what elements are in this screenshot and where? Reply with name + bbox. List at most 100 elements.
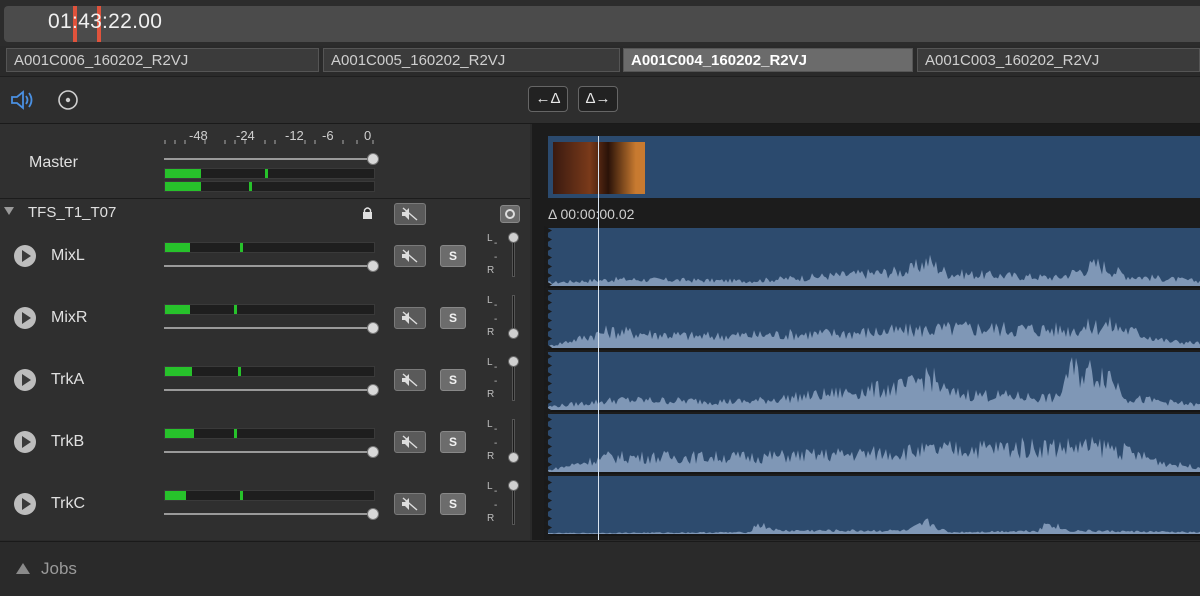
audio-lane[interactable] bbox=[548, 414, 1200, 474]
track-meter bbox=[164, 304, 375, 315]
track-meter bbox=[164, 366, 375, 377]
scale-label: -12 bbox=[285, 128, 304, 143]
pan-tick: - bbox=[494, 376, 498, 387]
expand-triangle-icon[interactable] bbox=[16, 563, 30, 574]
track-play-button[interactable] bbox=[14, 431, 36, 453]
audio-lane[interactable] bbox=[548, 476, 1200, 536]
track-fader-knob[interactable] bbox=[367, 508, 379, 520]
track-meter bbox=[164, 242, 375, 253]
track-fader-track[interactable] bbox=[164, 389, 374, 391]
audio-lane[interactable] bbox=[548, 228, 1200, 288]
scale-label: -48 bbox=[189, 128, 208, 143]
track-solo-button[interactable]: S bbox=[440, 431, 466, 453]
track-fader-knob[interactable] bbox=[367, 446, 379, 458]
speaker-muted-icon bbox=[402, 497, 418, 511]
timecode-field[interactable] bbox=[4, 6, 1200, 42]
track-fader-track[interactable] bbox=[164, 327, 374, 329]
pan-tick: - bbox=[494, 238, 499, 249]
pan-right-label: R bbox=[487, 327, 495, 338]
pan-tick: - bbox=[494, 362, 499, 373]
scale-label: -6 bbox=[322, 128, 334, 143]
master-fader-knob[interactable] bbox=[367, 153, 379, 165]
track-play-button[interactable] bbox=[14, 369, 36, 391]
group-settings-button[interactable] bbox=[500, 205, 520, 223]
pan-left-label: L bbox=[487, 419, 493, 430]
pan-slider-knob[interactable] bbox=[508, 232, 519, 243]
pan-left-label: L bbox=[487, 481, 493, 492]
pan-slider-knob[interactable] bbox=[508, 480, 519, 491]
pan-left-label: L bbox=[487, 295, 493, 306]
pan-left-label: L bbox=[487, 357, 493, 368]
track-fader-knob[interactable] bbox=[367, 322, 379, 334]
group-mute-button[interactable] bbox=[394, 203, 426, 225]
master-meter-r bbox=[164, 181, 375, 192]
speaker-muted-icon bbox=[402, 435, 418, 449]
speaker-muted-icon bbox=[402, 207, 418, 221]
speaker-icon[interactable] bbox=[10, 90, 36, 110]
pan-tick: - bbox=[494, 486, 499, 497]
scale-label: 0 bbox=[364, 128, 372, 143]
track-fader-knob[interactable] bbox=[367, 260, 379, 272]
master-fader-track[interactable] bbox=[164, 158, 374, 160]
speaker-muted-icon bbox=[402, 373, 418, 387]
track-meter bbox=[164, 428, 375, 439]
track-solo-button[interactable]: S bbox=[440, 369, 466, 391]
timecode-display: 01:43:22.00 bbox=[48, 10, 163, 33]
circle-target-icon[interactable] bbox=[57, 89, 79, 111]
track-fader-track[interactable] bbox=[164, 451, 374, 453]
pan-right-label: R bbox=[487, 265, 495, 276]
track-play-button[interactable] bbox=[14, 493, 36, 515]
prev-delta-button[interactable]: ←Δ bbox=[528, 86, 568, 112]
track-solo-button[interactable]: S bbox=[440, 493, 466, 515]
track-mute-button[interactable] bbox=[394, 307, 426, 329]
pan-tick: - bbox=[494, 252, 498, 263]
waveform bbox=[548, 316, 1200, 348]
playhead[interactable] bbox=[598, 136, 599, 540]
video-lane[interactable] bbox=[548, 136, 1200, 198]
track-name: MixL bbox=[51, 247, 85, 264]
pan-tick: - bbox=[494, 300, 499, 311]
clip-tab[interactable]: A001C006_160202_R2VJ bbox=[6, 48, 319, 72]
lane-edge-markers bbox=[544, 226, 552, 540]
jobs-bar[interactable] bbox=[0, 541, 1200, 596]
track-meter bbox=[164, 490, 375, 501]
delta-readout: Δ 00:00:00.02 bbox=[548, 206, 635, 222]
clip-tab[interactable]: A001C004_160202_R2VJ bbox=[623, 48, 913, 72]
pan-slider-knob[interactable] bbox=[508, 452, 519, 463]
track-solo-button[interactable]: S bbox=[440, 245, 466, 267]
pan-slider-knob[interactable] bbox=[508, 328, 519, 339]
jobs-label: Jobs bbox=[41, 559, 77, 578]
next-delta-button[interactable]: Δ→ bbox=[578, 86, 618, 112]
pan-right-label: R bbox=[487, 389, 495, 400]
collapse-triangle-icon[interactable] bbox=[4, 207, 14, 215]
pan-right-label: R bbox=[487, 451, 495, 462]
track-play-button[interactable] bbox=[14, 307, 36, 329]
track-fader-track[interactable] bbox=[164, 513, 374, 515]
clip-tab[interactable]: A001C005_160202_R2VJ bbox=[323, 48, 620, 72]
waveform bbox=[548, 254, 1200, 286]
waveform bbox=[548, 436, 1200, 472]
pan-tick: - bbox=[494, 438, 498, 449]
pan-tick: - bbox=[494, 424, 499, 435]
waveform bbox=[548, 357, 1200, 410]
gear-icon bbox=[505, 209, 515, 219]
group-label: TFS_T1_T07 bbox=[28, 204, 117, 221]
lock-icon[interactable] bbox=[362, 206, 373, 220]
track-name: TrkC bbox=[51, 495, 86, 512]
audio-lane[interactable] bbox=[548, 352, 1200, 412]
track-mute-button[interactable] bbox=[394, 369, 426, 391]
track-fader-track[interactable] bbox=[164, 265, 374, 267]
track-mute-button[interactable] bbox=[394, 245, 426, 267]
pan-tick: - bbox=[494, 314, 498, 325]
master-meter-l bbox=[164, 168, 375, 179]
track-mute-button[interactable] bbox=[394, 431, 426, 453]
track-name: TrkA bbox=[51, 371, 85, 388]
track-fader-knob[interactable] bbox=[367, 384, 379, 396]
pan-left-label: L bbox=[487, 233, 493, 244]
audio-lane[interactable] bbox=[548, 290, 1200, 350]
track-play-button[interactable] bbox=[14, 245, 36, 267]
clip-tab[interactable]: A001C003_160202_R2VJ bbox=[917, 48, 1200, 72]
pan-slider-knob[interactable] bbox=[508, 356, 519, 367]
track-mute-button[interactable] bbox=[394, 493, 426, 515]
track-solo-button[interactable]: S bbox=[440, 307, 466, 329]
